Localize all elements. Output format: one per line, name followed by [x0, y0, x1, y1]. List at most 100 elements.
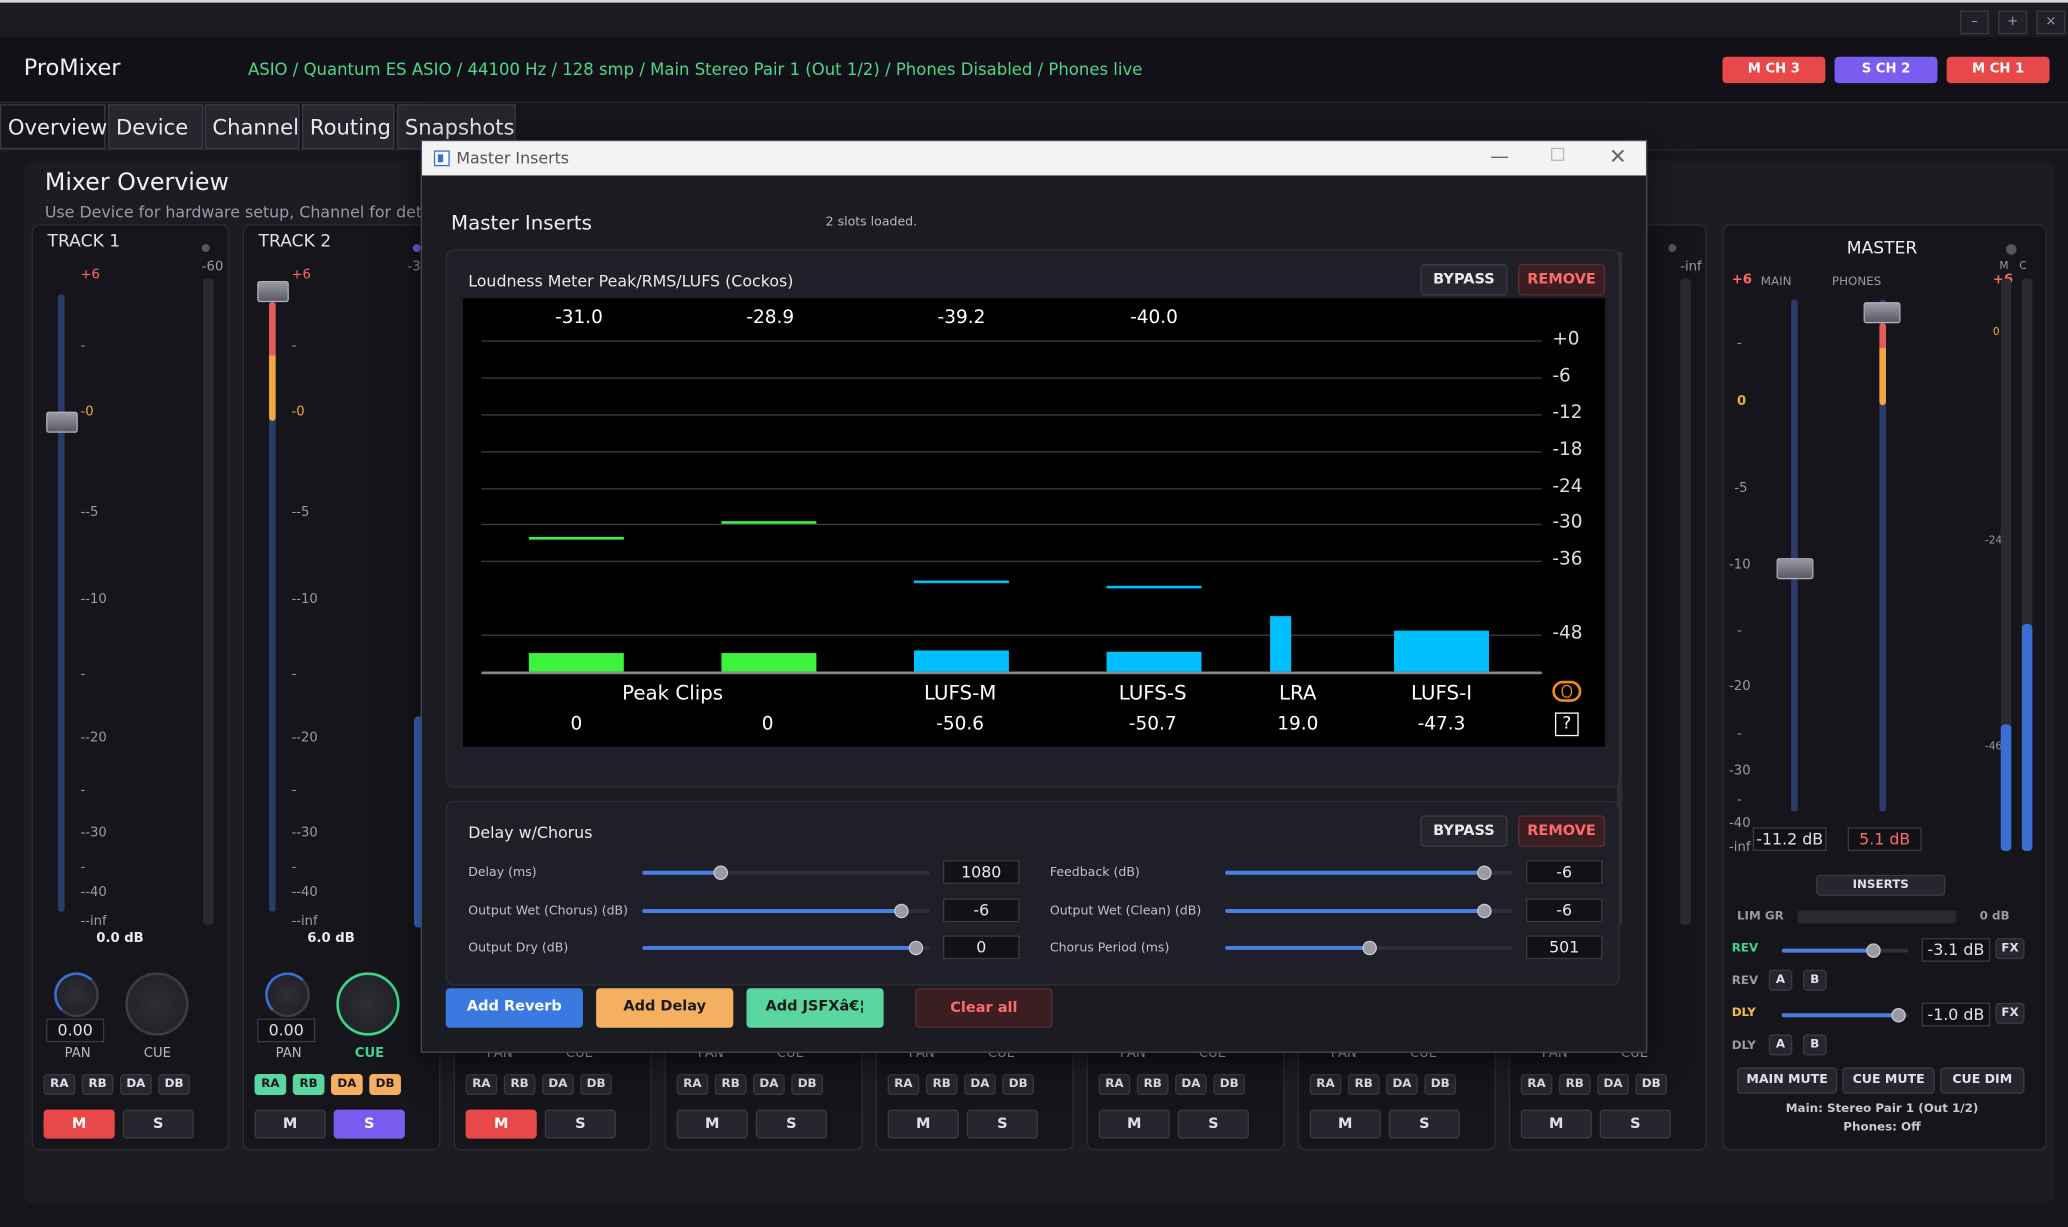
- dly-send-a-button[interactable]: A: [1768, 1034, 1793, 1056]
- send-ra-button[interactable]: RA: [1098, 1073, 1131, 1096]
- pan-value[interactable]: 0.00: [46, 1018, 105, 1043]
- phones-fader[interactable]: [1863, 302, 1901, 324]
- solo-button[interactable]: S: [966, 1109, 1038, 1139]
- cue-knob[interactable]: [125, 972, 189, 1036]
- send-ra-button[interactable]: RA: [887, 1073, 920, 1096]
- loop-icon[interactable]: [1552, 680, 1582, 702]
- solo-button[interactable]: S: [1388, 1109, 1461, 1139]
- bypass-button[interactable]: BYPASS: [1420, 263, 1508, 296]
- solo-button[interactable]: S: [1599, 1109, 1672, 1139]
- dly-return-value[interactable]: -1.0 dB: [1921, 1002, 1991, 1027]
- mute-button[interactable]: M: [254, 1109, 326, 1139]
- cue-mute-button[interactable]: CUE MUTE: [1842, 1067, 1935, 1094]
- send-db-button[interactable]: DB: [1424, 1073, 1457, 1096]
- active-channel-chip[interactable]: M CH 3: [1722, 56, 1826, 84]
- param-slider[interactable]: [1225, 903, 1513, 919]
- send-db-button[interactable]: DB: [580, 1073, 612, 1096]
- add-delay-button[interactable]: Add Delay: [596, 988, 734, 1028]
- send-rb-button[interactable]: RB: [81, 1073, 114, 1096]
- cue-knob[interactable]: [336, 972, 400, 1036]
- param-slider[interactable]: [1225, 940, 1513, 956]
- send-ra-button[interactable]: RA: [1520, 1073, 1553, 1096]
- main-fader[interactable]: [1776, 558, 1814, 580]
- solo-button[interactable]: S: [1177, 1109, 1249, 1139]
- solo-button[interactable]: S: [755, 1109, 827, 1139]
- send-ra-button[interactable]: RA: [676, 1073, 709, 1096]
- param-slider[interactable]: [642, 903, 930, 919]
- solo-button[interactable]: S: [333, 1109, 405, 1139]
- phones-db-readout[interactable]: 5.1 dB: [1847, 827, 1922, 851]
- send-ra-button[interactable]: RA: [465, 1073, 498, 1096]
- main-db-readout[interactable]: -11.2 dB: [1752, 827, 1827, 851]
- cue-dim-button[interactable]: CUE DIM: [1940, 1067, 2025, 1094]
- active-channel-chip[interactable]: M CH 1: [1946, 56, 2050, 84]
- send-db-button[interactable]: DB: [158, 1073, 190, 1096]
- help-icon[interactable]: ?: [1554, 712, 1579, 737]
- volume-fader[interactable]: [257, 281, 289, 303]
- send-da-button[interactable]: DA: [1386, 1073, 1418, 1096]
- mute-button[interactable]: M: [887, 1109, 959, 1139]
- send-da-button[interactable]: DA: [1597, 1073, 1629, 1096]
- param-value[interactable]: -6: [942, 898, 1020, 923]
- bypass-button[interactable]: BYPASS: [1420, 815, 1508, 848]
- mute-button[interactable]: M: [1520, 1109, 1592, 1139]
- param-value[interactable]: 501: [1525, 935, 1603, 960]
- remove-button[interactable]: REMOVE: [1518, 263, 1606, 296]
- volume-fader[interactable]: [46, 411, 78, 433]
- send-rb-button[interactable]: RB: [714, 1073, 747, 1096]
- param-value[interactable]: 0: [942, 935, 1020, 960]
- param-slider[interactable]: [642, 940, 930, 956]
- rev-send-b-button[interactable]: B: [1802, 969, 1827, 991]
- inserts-button[interactable]: INSERTS: [1816, 874, 1946, 896]
- send-rb-button[interactable]: RB: [1136, 1073, 1169, 1096]
- send-db-button[interactable]: DB: [1213, 1073, 1246, 1096]
- dly-return-slider[interactable]: [1781, 1007, 1909, 1023]
- solo-button[interactable]: S: [122, 1109, 194, 1139]
- dialog-close-icon[interactable]: ✕: [1609, 144, 1627, 169]
- add-jsfx-button[interactable]: Add JSFXâ€¦: [746, 988, 884, 1028]
- param-value[interactable]: -6: [1525, 898, 1603, 923]
- dly-fx-button[interactable]: FX: [1995, 1002, 2025, 1024]
- pan-knob[interactable]: [54, 972, 99, 1018]
- param-slider[interactable]: [1225, 865, 1513, 881]
- rev-return-slider[interactable]: [1781, 943, 1909, 958]
- tab-channel[interactable]: Channel: [204, 104, 300, 150]
- send-db-button[interactable]: DB: [369, 1073, 401, 1096]
- mute-button[interactable]: M: [1098, 1109, 1170, 1139]
- tab-overview[interactable]: Overview: [0, 104, 107, 150]
- dialog-titlebar[interactable]: Master Inserts — ✕: [422, 141, 1646, 176]
- send-da-button[interactable]: DA: [120, 1073, 152, 1096]
- active-channel-chip[interactable]: S CH 2: [1834, 56, 1938, 84]
- dialog-maximize-icon[interactable]: [1551, 147, 1565, 161]
- send-db-button[interactable]: DB: [1635, 1073, 1668, 1096]
- close-button[interactable]: ×: [2036, 10, 2066, 35]
- param-value[interactable]: -6: [1525, 860, 1603, 884]
- mute-button[interactable]: M: [43, 1109, 115, 1139]
- pan-knob[interactable]: [265, 972, 310, 1018]
- send-rb-button[interactable]: RB: [925, 1073, 958, 1096]
- maximize-button[interactable]: +: [1998, 10, 2028, 35]
- dly-send-b-button[interactable]: B: [1802, 1034, 1827, 1056]
- mute-button[interactable]: M: [1309, 1109, 1381, 1139]
- rev-return-value[interactable]: -3.1 dB: [1921, 938, 1991, 962]
- send-da-button[interactable]: DA: [542, 1073, 574, 1096]
- remove-button[interactable]: REMOVE: [1518, 815, 1606, 848]
- send-da-button[interactable]: DA: [331, 1073, 363, 1096]
- send-db-button[interactable]: DB: [791, 1073, 823, 1096]
- send-da-button[interactable]: DA: [964, 1073, 996, 1096]
- dialog-minimize-icon[interactable]: —: [1490, 146, 1508, 167]
- tab-device[interactable]: Device: [108, 104, 204, 150]
- param-slider[interactable]: [642, 865, 930, 881]
- solo-button[interactable]: S: [544, 1109, 616, 1139]
- send-ra-button[interactable]: RA: [254, 1073, 287, 1096]
- rev-fx-button[interactable]: FX: [1995, 938, 2025, 960]
- mute-button[interactable]: M: [465, 1109, 537, 1139]
- send-rb-button[interactable]: RB: [1347, 1073, 1380, 1096]
- rev-send-a-button[interactable]: A: [1768, 969, 1793, 991]
- send-rb-button[interactable]: RB: [1558, 1073, 1591, 1096]
- send-db-button[interactable]: DB: [1002, 1073, 1035, 1096]
- send-da-button[interactable]: DA: [1175, 1073, 1207, 1096]
- main-mute-button[interactable]: MAIN MUTE: [1736, 1067, 1838, 1094]
- send-ra-button[interactable]: RA: [1309, 1073, 1342, 1096]
- send-rb-button[interactable]: RB: [503, 1073, 536, 1096]
